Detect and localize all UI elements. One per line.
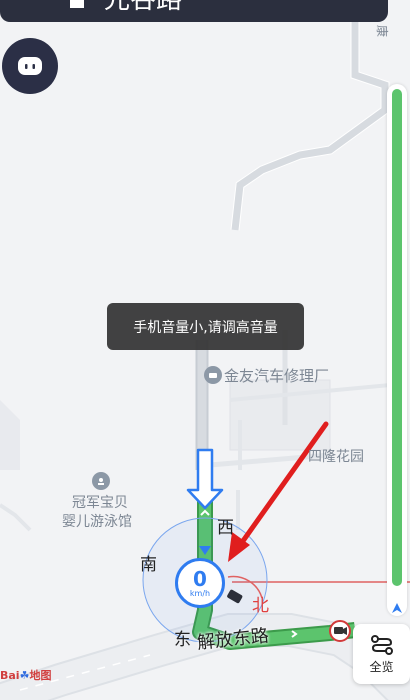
volume-toast: 手机音量小,请调高音量 <box>107 303 304 350</box>
speed-unit: km/h <box>189 588 211 598</box>
poi-label[interactable]: 金友汽车修理厂 <box>224 367 329 385</box>
speed-value: 0 <box>193 566 207 591</box>
paw-icon: ☘ <box>19 669 30 682</box>
overview-label: 全览 <box>369 659 394 674</box>
current-position-arrow-icon <box>392 603 402 613</box>
compass-north: 北 <box>252 596 269 616</box>
swim-poi-icon[interactable] <box>92 472 110 490</box>
overview-button[interactable]: 全览 <box>353 624 410 684</box>
robot-icon <box>18 57 42 75</box>
route-progress-fill <box>392 89 402 586</box>
nav-topbar: 光谷路 <box>0 0 388 22</box>
voice-assistant-button[interactable] <box>2 38 58 94</box>
compass-west: 西 <box>217 518 234 538</box>
compass-south: 南 <box>140 555 157 575</box>
logo-right: 地图 <box>29 669 52 682</box>
route-progress-bar <box>387 84 407 616</box>
route-overview-icon <box>370 634 393 655</box>
speed-indicator: 0 km/h <box>175 558 225 608</box>
compass-east: 东 <box>174 630 191 650</box>
car-repair-poi-icon[interactable] <box>204 366 222 384</box>
poi-label[interactable]: 四隆花园 <box>308 448 364 466</box>
poi-label: 康 <box>375 24 390 38</box>
current-road-name: 光谷路 <box>104 0 183 15</box>
poi-label[interactable]: 婴儿游泳馆 <box>62 513 132 531</box>
logo-left: Bai <box>0 669 20 682</box>
baidu-map-logo: Bai☘地图 <box>0 667 51 683</box>
poi-label[interactable]: 冠军宝贝 <box>72 494 128 512</box>
next-turn-icon <box>70 0 84 8</box>
camera-icon <box>329 620 351 642</box>
